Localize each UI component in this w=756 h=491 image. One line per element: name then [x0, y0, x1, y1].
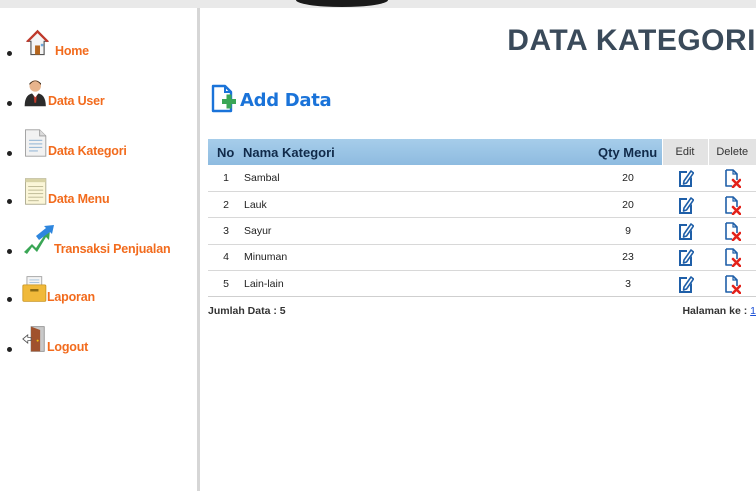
jumlah-data: Jumlah Data : 5: [208, 305, 286, 317]
cell-edit: [662, 270, 708, 298]
kategori-table: No Nama Kategori Qty Menu Edit Delete 1S…: [208, 139, 756, 298]
edit-icon[interactable]: [676, 168, 695, 188]
sidebar-divider: [197, 8, 200, 491]
bullet: [7, 101, 12, 106]
header-nama-kategori: Nama Kategori: [240, 139, 594, 165]
add-data-button[interactable]: Add Data: [208, 83, 332, 117]
cell-no: 4: [208, 244, 240, 272]
sidebar-item-label: Data Menu: [48, 192, 110, 206]
cell-qty-menu: 3: [594, 270, 662, 298]
table-header-row: No Nama Kategori Qty Menu Edit Delete: [208, 139, 756, 165]
sidebar-item-home[interactable]: Home: [0, 22, 190, 62]
door-exit-icon: [22, 326, 45, 352]
bullet: [7, 347, 12, 352]
cell-edit: [662, 191, 708, 219]
add-data-label: Add Data: [240, 89, 332, 111]
sidebar-item-data-user[interactable]: Data User: [0, 72, 190, 112]
home-icon: [26, 29, 50, 56]
folder-icon: [22, 276, 47, 302]
bullet: [7, 249, 12, 254]
table-row: 3 Sayur 9: [208, 217, 756, 245]
cell-qty-menu: 20: [594, 165, 662, 192]
bullet: [7, 199, 12, 204]
sidebar-item-data-menu[interactable]: Data Menu: [0, 170, 190, 210]
delete-icon[interactable]: [723, 195, 742, 215]
cell-delete: [708, 165, 756, 192]
cell-delete: [708, 244, 756, 272]
table-row: 4 Minuman 23: [208, 244, 756, 272]
add-document-icon: [211, 84, 236, 113]
delete-icon[interactable]: [723, 221, 742, 242]
header-qty-menu: Qty Menu: [594, 139, 662, 165]
cell-edit: [662, 165, 708, 192]
delete-icon[interactable]: [723, 247, 742, 268]
bullet: [7, 51, 12, 56]
sidebar-item-laporan[interactable]: Laporan: [0, 268, 190, 308]
cell-nama-kategori: Sayur: [240, 217, 594, 245]
halaman-label: Halaman ke :: [682, 305, 751, 317]
delete-icon[interactable]: [723, 274, 742, 295]
sidebar-item-label: Transaksi Penjualan: [54, 242, 171, 256]
sidebar-item-data-kategori[interactable]: Data Kategori: [0, 122, 190, 162]
cell-edit: [662, 244, 708, 272]
sidebar-item-label: Data Kategori: [48, 144, 127, 158]
bullet: [7, 151, 12, 156]
cell-no: 2: [208, 191, 240, 219]
cell-delete: [708, 217, 756, 245]
cell-no: 5: [208, 270, 240, 298]
table-row: 2 Lauk 20: [208, 191, 756, 219]
header-edit: Edit: [661, 139, 708, 165]
header-delete: Delete: [707, 139, 756, 165]
transaction-arrows-icon: [24, 225, 54, 254]
page-title: DATA KATEGORI: [507, 24, 756, 57]
edit-icon[interactable]: [676, 247, 695, 267]
sidebar-item-transaksi-penjualan[interactable]: Transaksi Penjualan: [0, 220, 190, 260]
sidebar-item-label: Logout: [47, 340, 89, 354]
edit-icon[interactable]: [676, 221, 695, 241]
sidebar-item-logout[interactable]: Logout: [0, 318, 190, 358]
page-link[interactable]: 1: [750, 305, 756, 317]
cell-edit: [662, 217, 708, 245]
edit-icon[interactable]: [676, 274, 695, 294]
header-no: No: [208, 139, 240, 165]
cell-nama-kategori: Sambal: [240, 165, 594, 192]
cell-nama-kategori: Minuman: [240, 244, 594, 272]
delete-icon[interactable]: [723, 168, 742, 189]
cell-no: 1: [208, 165, 240, 192]
pagination: Halaman ke : 1: [682, 305, 756, 317]
cell-delete: [708, 191, 756, 219]
cell-qty-menu: 23: [594, 244, 662, 272]
cell-no: 3: [208, 217, 240, 245]
cell-nama-kategori: Lauk: [240, 191, 594, 219]
sidebar: Home Data User Data Kategori Data Menu T…: [0, 8, 197, 491]
bullet: [7, 297, 12, 302]
table-body: 1 Sambal 20 2 Lauk 20 3 Sayur 9 4 Minuman 23 5 Lain-l…: [208, 165, 756, 298]
edit-icon[interactable]: [676, 195, 695, 215]
cell-qty-menu: 9: [594, 217, 662, 245]
sidebar-item-label: Laporan: [47, 290, 95, 304]
cell-nama-kategori: Lain-lain: [240, 270, 594, 298]
cell-delete: [708, 270, 756, 298]
cell-qty-menu: 20: [594, 191, 662, 219]
sidebar-item-label: Home: [55, 44, 89, 58]
table-row: 1 Sambal 20: [208, 165, 756, 192]
table-row: 5 Lain-lain 3: [208, 270, 756, 298]
sidebar-item-label: Data User: [48, 94, 105, 108]
